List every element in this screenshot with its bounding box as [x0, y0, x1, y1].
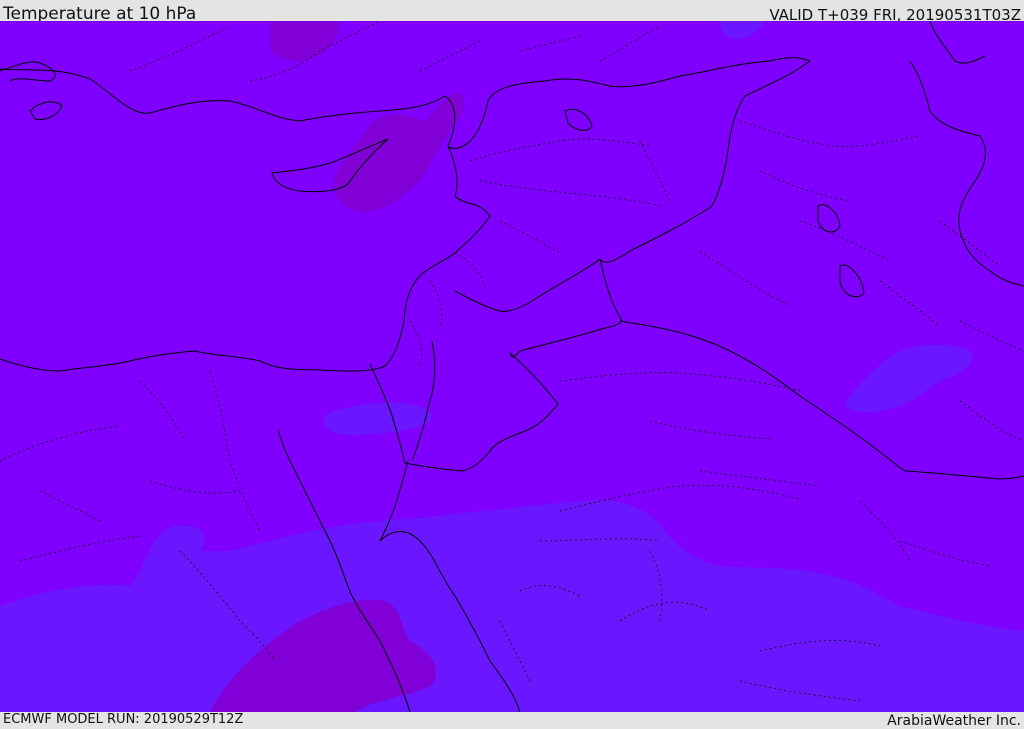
credit-label: ArabiaWeather Inc. [887, 713, 1021, 729]
map-canvas [0, 21, 1024, 712]
weather-map[interactable] [0, 21, 1024, 712]
footer-bar: ECMWF MODEL RUN: 20190529T12Z ArabiaWeat… [0, 712, 1024, 729]
header-bar: Temperature at 10 hPa VALID T+039 FRI, 2… [0, 0, 1024, 24]
model-run-label: ECMWF MODEL RUN: 20190529T12Z [3, 712, 244, 727]
